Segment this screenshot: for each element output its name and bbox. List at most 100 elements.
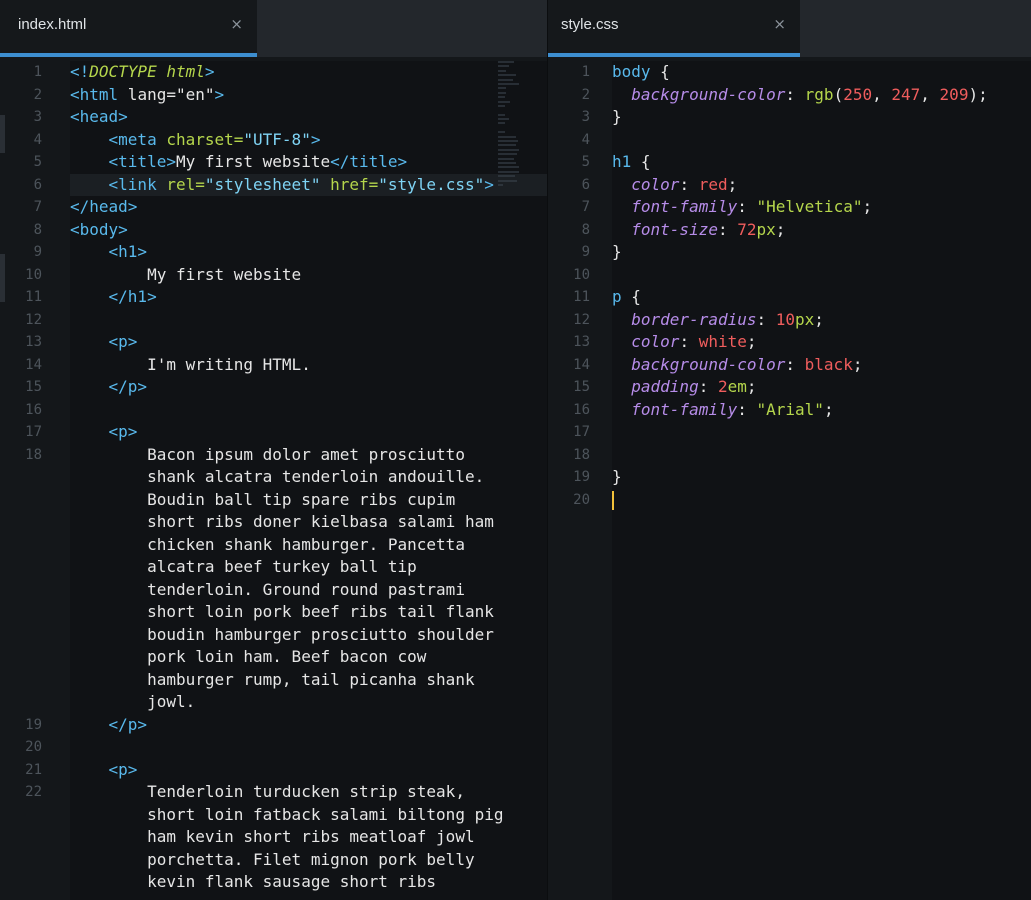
code-token: ;	[746, 377, 757, 396]
code-line[interactable]: font-family: "Helvetica";	[612, 196, 1031, 219]
code-line[interactable]: <head>	[70, 106, 547, 129]
code-line[interactable]: }	[612, 466, 1031, 489]
code-line[interactable]: color: red;	[612, 174, 1031, 197]
code-token: boudin hamburger prosciutto shoulder	[70, 624, 494, 644]
code-token: {	[621, 287, 641, 306]
minimap-line	[498, 157, 514, 160]
code-line[interactable]: border-radius: 10px;	[612, 309, 1031, 332]
code-line[interactable]: shank alcatra tenderloin andouille.	[70, 466, 547, 489]
line-number: 20	[573, 491, 590, 508]
code-line[interactable]: <p>	[70, 421, 547, 444]
code-token: DOCTYPE html	[89, 62, 205, 81]
code-line[interactable]: <title>My first website</title>	[70, 151, 547, 174]
code-line[interactable]: My first website	[70, 264, 547, 287]
code-line[interactable]: hamburger rump, tail picanha shank	[70, 669, 547, 692]
code-line[interactable]	[612, 489, 1031, 512]
code-line[interactable]: font-family: "Arial";	[612, 399, 1031, 422]
code-line[interactable]: }	[612, 241, 1031, 264]
code-line[interactable]	[612, 421, 1031, 444]
line-number: 3	[33, 109, 42, 125]
code-line[interactable]: body {	[612, 61, 1031, 84]
editor-window: index.html × 1 2 3 4 5 6 7 8 9 10 11 12 13 14 15 16 17 18…	[0, 0, 1031, 900]
line-number	[0, 489, 70, 512]
code-token: px	[756, 219, 776, 239]
code-token: "UTF-8"	[243, 129, 311, 149]
code-line[interactable]: kevin flank sausage short ribs	[70, 871, 547, 894]
minimap[interactable]	[498, 61, 546, 201]
code-token: charset=	[166, 129, 244, 149]
line-number: 21	[25, 761, 42, 778]
minimap-line	[498, 65, 509, 68]
code-line[interactable]: background-color: black;	[612, 354, 1031, 377]
code-token: >	[204, 62, 215, 81]
code-line[interactable]: <h1>	[70, 241, 547, 264]
code-line[interactable]: </p>	[70, 714, 547, 737]
close-icon[interactable]: ×	[773, 15, 786, 33]
code-line[interactable]: ham kevin short ribs meatloaf jowl	[70, 826, 547, 849]
code-line[interactable]: <p>	[70, 759, 547, 782]
code-line[interactable]: jowl.	[70, 691, 547, 714]
code-line[interactable]	[612, 444, 1031, 467]
code-line[interactable]: Boudin ball tip spare ribs cupim	[70, 489, 547, 512]
tab-index-html[interactable]: index.html ×	[0, 0, 257, 57]
code-line[interactable]: color: white;	[612, 331, 1031, 354]
code-token: <h1>	[108, 242, 148, 261]
code-line[interactable]: chicken shank hamburger. Pancetta	[70, 534, 547, 557]
code-line[interactable]: Bacon ipsum dolor amet prosciutto	[70, 444, 547, 467]
code-line[interactable]: </h1>	[70, 286, 547, 309]
code-line[interactable]: boudin hamburger prosciutto shoulder	[70, 624, 547, 647]
code-token: color	[631, 332, 680, 351]
code-line[interactable]	[70, 736, 547, 759]
code-token: short ribs doner kielbasa salami ham	[70, 512, 494, 531]
line-number	[0, 534, 70, 557]
code-area-css[interactable]: body { background-color: rgb(250, 247, 2…	[612, 61, 1031, 900]
code-line[interactable]: <link rel="stylesheet" href="style.css">	[70, 174, 547, 197]
code-token: red	[698, 174, 728, 194]
code-line[interactable]: tenderloin. Ground round pastrami	[70, 579, 547, 602]
code-line[interactable]: I'm writing HTML.	[70, 354, 547, 377]
code-line[interactable]: Tenderloin turducken strip steak,	[70, 781, 547, 804]
code-line[interactable]: padding: 2em;	[612, 376, 1031, 399]
code-line[interactable]: <body>	[70, 219, 547, 242]
code-line[interactable]: short loin pork beef ribs tail flank	[70, 601, 547, 624]
close-icon[interactable]: ×	[230, 15, 243, 33]
code-line[interactable]: </head>	[70, 196, 547, 219]
code-token: rel=	[166, 174, 205, 194]
code-line[interactable]	[70, 309, 547, 332]
minimap-line	[498, 153, 517, 156]
code-line[interactable]	[70, 399, 547, 422]
code-area-html[interactable]: <!DOCTYPE html> <html lang="en"> <head> <m…	[70, 61, 547, 900]
code-token: }	[612, 467, 622, 486]
code-line[interactable]: <html lang="en">	[70, 84, 547, 107]
code-token: <p>	[108, 759, 138, 779]
code-line[interactable]: background-color: rgb(250, 247, 209);	[612, 84, 1031, 107]
code-token: :	[737, 399, 757, 419]
line-number: 10	[25, 266, 42, 283]
line-number: 17	[25, 424, 42, 440]
code-line[interactable]: porchetta. Filet mignon pork belly	[70, 849, 547, 872]
code-line[interactable]: <p>	[70, 331, 547, 354]
code-line[interactable]	[612, 129, 1031, 152]
code-token: :	[756, 309, 776, 329]
code-line[interactable]: p {	[612, 286, 1031, 309]
code-line[interactable]: h1 {	[612, 151, 1031, 174]
code-line[interactable]: alcatra beef turkey ball tip	[70, 556, 547, 579]
code-line[interactable]: short ribs doner kielbasa salami ham	[70, 511, 547, 534]
tab-style-css[interactable]: style.css ×	[548, 0, 800, 57]
line-number: 18	[573, 446, 590, 463]
code-line[interactable]: <!DOCTYPE html>	[70, 61, 547, 84]
code-line[interactable]: </p>	[70, 376, 547, 399]
code-line[interactable]	[612, 264, 1031, 287]
code-line[interactable]: pork loin ham. Beef bacon cow	[70, 646, 547, 669]
code-token: short loin pork beef ribs tail flank	[70, 602, 494, 621]
minimap-line	[498, 69, 506, 72]
code-line[interactable]: }	[612, 106, 1031, 129]
code-token: "Helvetica"	[756, 197, 863, 216]
code-line[interactable]: short loin fatback salami biltong pig	[70, 804, 547, 827]
code-line[interactable]: <meta charset="UTF-8">	[70, 129, 547, 152]
minimap-line	[498, 104, 505, 107]
code-line[interactable]: font-size: 72px;	[612, 219, 1031, 242]
